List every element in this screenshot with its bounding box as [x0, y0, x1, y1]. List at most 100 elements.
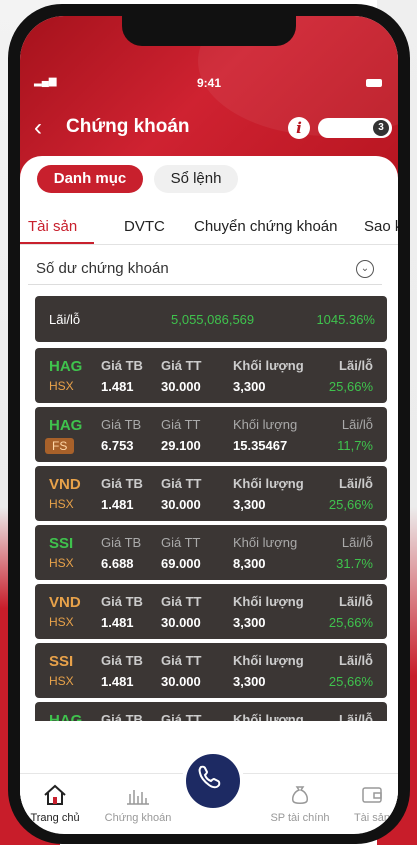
nav-label: Chứng khoán [104, 812, 172, 824]
volume-header: Khối lượng [233, 594, 304, 609]
title-bar: ‹ Chứng khoán i 3 [20, 114, 398, 144]
nav-sp-tai-chinh[interactable]: SP tài chính [260, 784, 340, 824]
holding-row[interactable]: HAG Giá TB Giá TT Khối lượng Lãi/lỗ [35, 702, 387, 721]
phone-icon [198, 765, 221, 789]
avg-price-value: 1.481 [101, 615, 134, 630]
volume-value: 3,300 [233, 497, 266, 512]
avg-price-header: Giá TB [101, 417, 142, 432]
call-button[interactable] [182, 750, 244, 812]
symbol: SSI [49, 535, 74, 552]
pnl-value: 25,66% [328, 615, 373, 630]
volume-header: Khối lượng [233, 535, 298, 550]
segment-so-lenh[interactable]: Sổ lệnh [154, 165, 238, 193]
summary-percent: 1045.36% [316, 312, 375, 327]
nav-label: Tài sản [353, 812, 391, 824]
avg-price-header: Giá TB [101, 535, 142, 550]
volume-header: Khối lượng [233, 476, 304, 491]
holdings-list[interactable]: Lãi/lỗ 5,055,086,569 1045.36% HAG HSX Giá … [35, 296, 387, 721]
market-price-value: 29.100 [161, 438, 201, 453]
avg-price-value: 6.753 [101, 438, 134, 453]
tab-chuyen-chung-khoan[interactable]: Chuyển chứng khoán [194, 218, 337, 235]
market-price-header: Giá TT [161, 476, 202, 491]
market-price-value: 30.000 [161, 615, 201, 630]
wallet-icon [362, 787, 382, 803]
avg-price-value: 1.481 [101, 674, 134, 689]
phone-frame: ▂▄▆ 9:41 ‹ Chứng khoán i 3 Danh mục Sổ l… [8, 4, 410, 844]
avg-price-header: Giá TB [101, 476, 143, 491]
volume-value: 8,300 [233, 556, 266, 571]
market-price-header: Giá TT [161, 653, 202, 668]
holding-row[interactable]: VND HSX Giá TB Giá TT Khối lượng Lãi/lỗ 1.481 3… [35, 584, 387, 639]
app-screen: ▂▄▆ 9:41 ‹ Chứng khoán i 3 Danh mục Sổ l… [20, 16, 398, 834]
market-price-header: Giá TT [161, 594, 202, 609]
pnl-header: Lãi/lỗ [339, 594, 373, 609]
section-title: Số dư chứng khoán [36, 260, 169, 277]
exchange-badge: FS [45, 438, 75, 454]
avg-price-value: 6.688 [101, 556, 134, 571]
market-price-header: Giá TT [161, 712, 202, 721]
pnl-header: Lãi/lỗ [339, 358, 373, 373]
section-header[interactable]: Số dư chứng khoán ⌄ [28, 254, 382, 285]
market-price-value: 30.000 [161, 497, 201, 512]
status-time: 9:41 [196, 76, 222, 90]
nav-chung-khoan[interactable]: Chứng khoán [98, 784, 178, 824]
summary-label: Lãi/lỗ [49, 312, 81, 327]
nav-trang-chu[interactable]: Trang chủ [20, 784, 90, 824]
chevron-down-icon[interactable]: ⌄ [356, 260, 374, 278]
pnl-header: Lãi/lỗ [341, 417, 373, 432]
bottom-navigation: Trang chủ Chứng khoán SP tài chính Tài s… [20, 750, 398, 834]
page-title: Chứng khoán [66, 116, 190, 137]
market-price-header: Giá TT [161, 535, 201, 550]
pnl-value: 25,66% [328, 379, 373, 394]
holding-row[interactable]: SSI HSX Giá TB Giá TT Khối lượng Lãi/lỗ 6.688 6… [35, 525, 387, 580]
volume-value: 15.35467 [233, 438, 288, 453]
market-price-value: 30.000 [161, 379, 201, 394]
pnl-header: Lãi/lỗ [339, 712, 373, 721]
pnl-value: 31.7% [336, 556, 373, 571]
volume-header: Khối lượng [233, 417, 298, 432]
market-price-value: 69.000 [161, 556, 201, 571]
holding-row[interactable]: HAG FS Giá TB Giá TT Khối lượng Lãi/lỗ 6.753 29… [35, 407, 387, 462]
home-icon [44, 784, 66, 805]
avg-price-value: 1.481 [101, 379, 134, 394]
back-arrow-icon[interactable]: ‹ [34, 114, 42, 142]
volume-value: 3,300 [233, 379, 266, 394]
tab-sao-ke[interactable]: Sao kê [364, 218, 398, 235]
pnl-header: Lãi/lỗ [339, 653, 373, 668]
pnl-value: 11,7% [337, 438, 373, 453]
volume-header: Khối lượng [233, 712, 304, 721]
active-tab-indicator [20, 242, 94, 244]
money-bag-icon [292, 786, 308, 804]
summary-amount: 5,055,086,569 [171, 312, 255, 327]
pnl-header: Lãi/lỗ [339, 476, 373, 491]
nav-label: Trang chủ [30, 812, 80, 824]
battery-icon [366, 79, 382, 87]
volume-value: 3,300 [233, 615, 266, 630]
nav-tai-san[interactable]: Tài sản [346, 784, 398, 824]
info-icon[interactable]: i [288, 117, 310, 139]
holding-row[interactable]: HAG HSX Giá TB Giá TT Khối lượng Lãi/lỗ 1.481 3… [35, 348, 387, 403]
avg-price-value: 1.481 [101, 497, 134, 512]
holding-row[interactable]: SSI HSX Giá TB Giá TT Khối lượng Lãi/lỗ 1.481 3… [35, 643, 387, 698]
tab-dvtc[interactable]: DVTC [124, 218, 165, 235]
exchange-badge: HSX [49, 556, 74, 570]
symbol: HAG [49, 417, 83, 434]
holding-row[interactable]: VND HSX Giá TB Giá TT Khối lượng Lãi/lỗ 1.481 3… [35, 466, 387, 521]
avg-price-header: Giá TB [101, 358, 143, 373]
account-pill[interactable]: 3 [318, 118, 392, 138]
tab-bar: Tài sản DVTC Chuyển chứng khoán Sao kê [20, 212, 398, 245]
chart-icon [127, 790, 149, 805]
avg-price-header: Giá TB [101, 653, 143, 668]
notification-badge: 3 [373, 120, 389, 136]
symbol: HAG [49, 358, 83, 375]
segment-danh-muc[interactable]: Danh mục [37, 165, 143, 193]
nav-label: SP tài chính [270, 812, 330, 824]
symbol: VND [49, 594, 81, 611]
tab-tai-san[interactable]: Tài sản [28, 218, 77, 235]
market-price-header: Giá TT [161, 358, 202, 373]
volume-value: 3,300 [233, 674, 266, 689]
pnl-value: 25,66% [328, 497, 373, 512]
pnl-header: Lãi/lỗ [341, 535, 373, 550]
pnl-summary-card: Lãi/lỗ 5,055,086,569 1045.36% [35, 296, 387, 342]
market-price-value: 30.000 [161, 674, 201, 689]
